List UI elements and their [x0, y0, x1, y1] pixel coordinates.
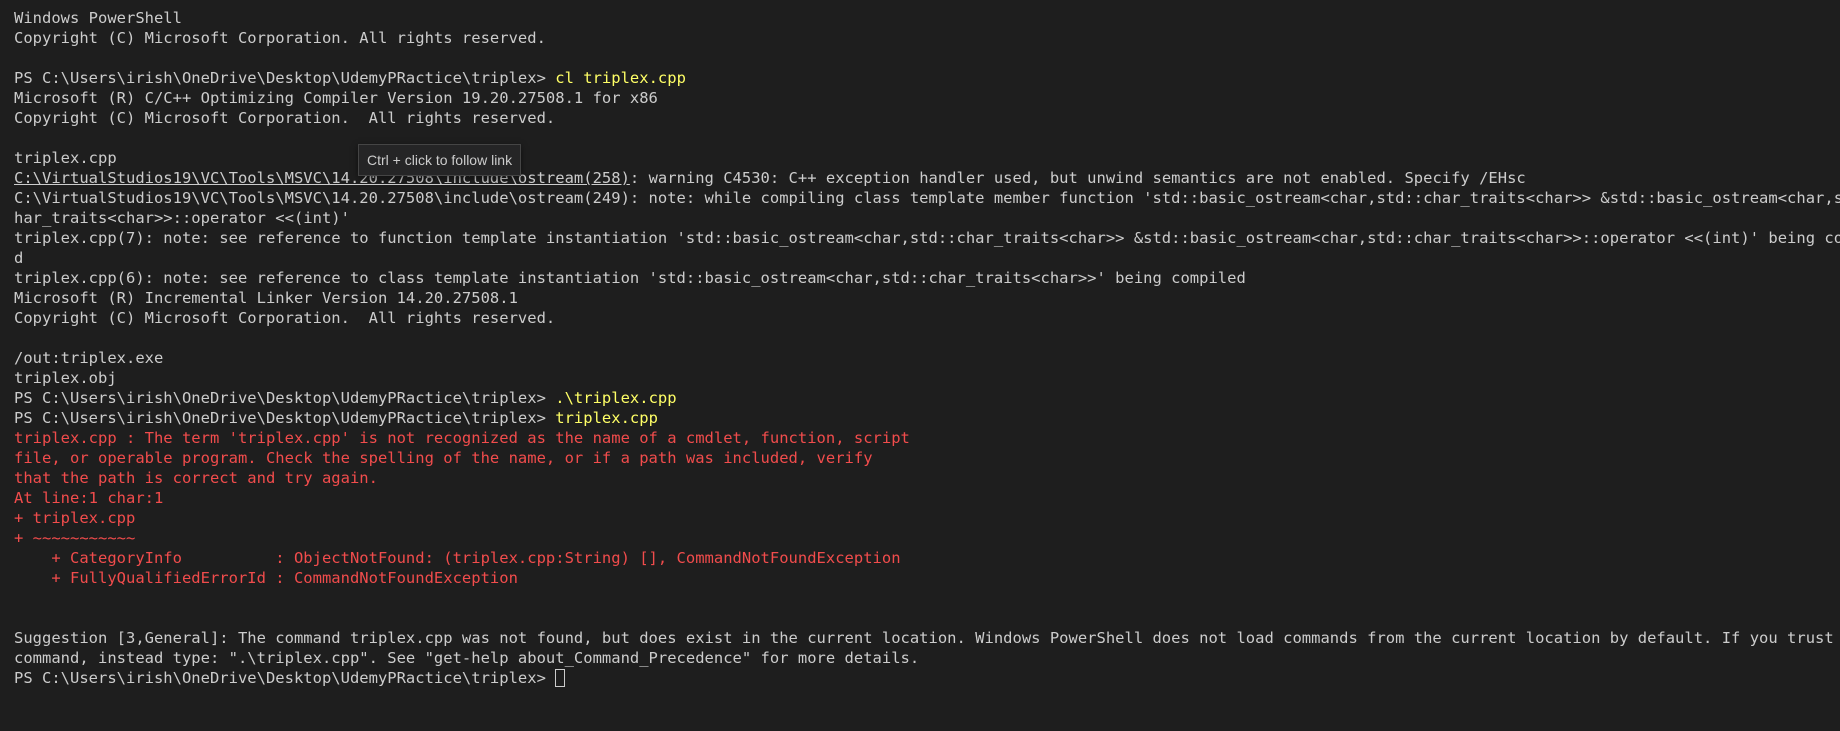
prompt: PS C:\Users\irish\OneDrive\Desktop\Udemy…	[14, 389, 556, 407]
note-line: C:\VirtualStudios19\VC\Tools\MSVC\14.20.…	[14, 189, 1840, 207]
prompt: PS C:\Users\irish\OneDrive\Desktop\Udemy…	[14, 669, 556, 687]
ps-copyright-line: Copyright (C) Microsoft Corporation. All…	[14, 29, 546, 47]
out-line: /out:triplex.exe	[14, 349, 164, 367]
warning-text: : warning C4530: C++ exception handler u…	[629, 169, 1526, 187]
error-line: At line:1 char:1	[14, 489, 164, 507]
ps-title-line: Windows PowerShell	[14, 9, 182, 27]
compiler-version-line: Microsoft (R) C/C++ Optimizing Compiler …	[14, 89, 658, 107]
linker-copyright-line: Copyright (C) Microsoft Corporation. All…	[14, 309, 556, 327]
source-file-line: triplex.cpp	[14, 149, 117, 167]
prompt-line-1: PS C:\Users\irish\OneDrive\Desktop\Udemy…	[14, 68, 1826, 88]
command-text: triplex.cpp	[555, 409, 658, 427]
warning-line: C:\VirtualStudios19\VC\Tools\MSVC\14.20.…	[14, 168, 1826, 188]
prompt-line-4: PS C:\Users\irish\OneDrive\Desktop\Udemy…	[14, 668, 1826, 688]
error-line: that the path is correct and try again.	[14, 469, 378, 487]
note-line: triplex.cpp(7): note: see reference to f…	[14, 229, 1840, 247]
command-text: cl triplex.cpp	[555, 69, 686, 87]
error-line: + triplex.cpp	[14, 509, 136, 527]
suggestion-line-wrap: command, instead type: ".\triplex.cpp". …	[14, 649, 920, 667]
error-line: + CategoryInfo : ObjectNotFound: (triple…	[14, 549, 901, 567]
suggestion-line: Suggestion [3,General]: The command trip…	[14, 629, 1840, 647]
prompt-line-3: PS C:\Users\irish\OneDrive\Desktop\Udemy…	[14, 408, 1826, 428]
error-line: triplex.cpp : The term 'triplex.cpp' is …	[14, 429, 910, 447]
cursor-icon[interactable]	[555, 669, 566, 687]
file-path-link[interactable]: C:\VirtualStudios19\VC\Tools\MSVC\14.20.…	[14, 169, 630, 187]
error-line: + FullyQualifiedErrorId : CommandNotFoun…	[14, 569, 518, 587]
error-line: file, or operable program. Check the spe…	[14, 449, 873, 467]
note-line-wrap: har_traits<char>>::operator <<(int)'	[14, 209, 350, 227]
terminal-output[interactable]: Windows PowerShell Copyright (C) Microso…	[0, 0, 1840, 731]
command-text: .\triplex.cpp	[555, 389, 677, 407]
link-tooltip: Ctrl + click to follow link	[358, 144, 522, 176]
prompt: PS C:\Users\irish\OneDrive\Desktop\Udemy…	[14, 409, 556, 427]
note-line-wrap: d	[14, 249, 24, 267]
compiler-copyright-line: Copyright (C) Microsoft Corporation. All…	[14, 109, 556, 127]
note-line: triplex.cpp(6): note: see reference to c…	[14, 269, 1246, 287]
prompt-line-2: PS C:\Users\irish\OneDrive\Desktop\Udemy…	[14, 388, 1826, 408]
obj-line: triplex.obj	[14, 369, 117, 387]
prompt: PS C:\Users\irish\OneDrive\Desktop\Udemy…	[14, 69, 556, 87]
linker-version-line: Microsoft (R) Incremental Linker Version…	[14, 289, 518, 307]
error-line: + ~~~~~~~~~~~	[14, 529, 136, 547]
